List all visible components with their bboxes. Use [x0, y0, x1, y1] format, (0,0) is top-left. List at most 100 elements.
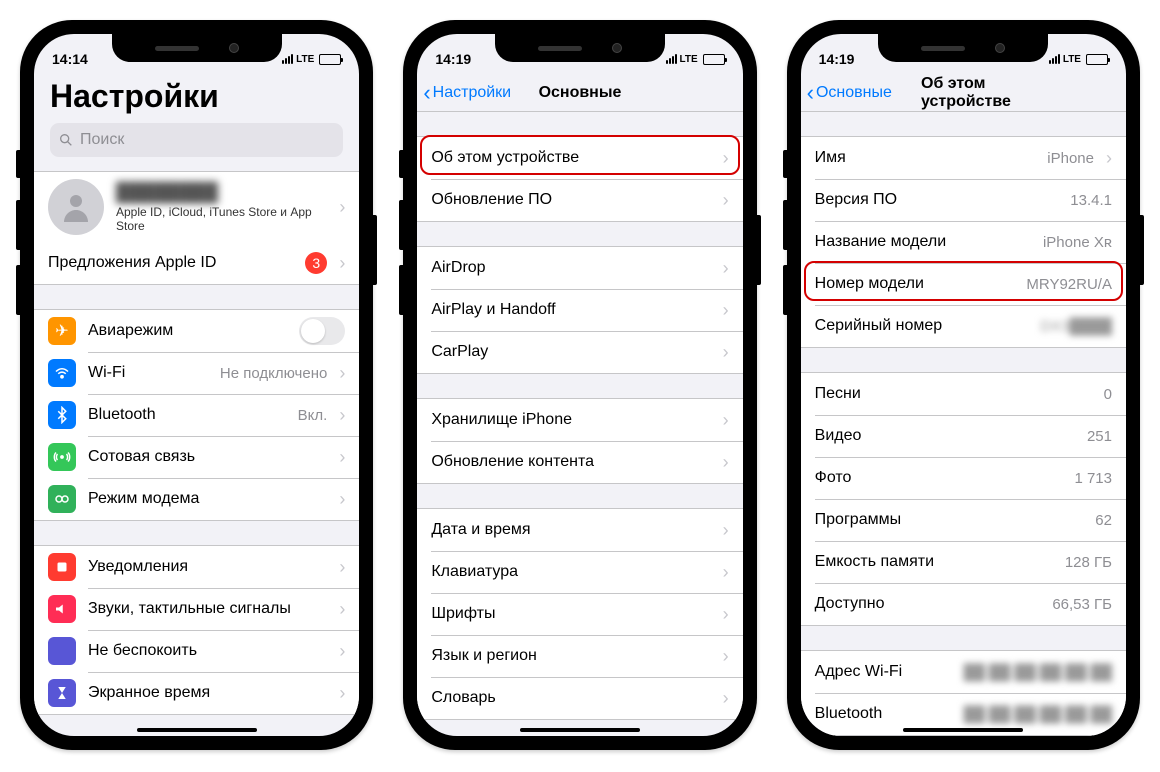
carplay-row[interactable]: CarPlay› — [417, 331, 742, 373]
screentime-row[interactable]: Экранное время › — [34, 672, 359, 714]
chevron-left-icon: ‹ — [423, 80, 430, 106]
chevron-right-icon: › — [339, 253, 345, 274]
bluetooth-icon — [48, 401, 76, 429]
status-time: 14:14 — [52, 51, 88, 67]
chevron-right-icon: › — [723, 342, 729, 363]
hotspot-icon — [48, 485, 76, 513]
bluetooth-row[interactable]: Bluetooth Вкл. › — [34, 394, 359, 436]
phone-frame-2: 14:19 LTE ‹ Настройки Основные Об этом у… — [403, 20, 756, 750]
chevron-right-icon: › — [723, 562, 729, 583]
cellular-icon — [48, 443, 76, 471]
keyboard-row[interactable]: Клавиатура› — [417, 551, 742, 593]
airplane-row[interactable]: ✈ Авиарежим — [34, 310, 359, 352]
notifications-icon — [48, 553, 76, 581]
notch — [112, 34, 282, 62]
moon-icon — [48, 637, 76, 665]
battery-icon — [703, 54, 725, 65]
chevron-right-icon: › — [339, 683, 345, 704]
chevron-right-icon: › — [339, 447, 345, 468]
modem-firmware-row: Прошивка модема█.██.██ — [801, 735, 1126, 736]
chevron-left-icon: ‹ — [807, 80, 814, 106]
chevron-right-icon: › — [339, 489, 345, 510]
fonts-row[interactable]: Шрифты› — [417, 593, 742, 635]
search-icon — [58, 132, 74, 148]
chevron-right-icon: › — [723, 410, 729, 431]
badge: 3 — [305, 252, 327, 274]
home-indicator[interactable] — [903, 728, 1023, 732]
serial-row: Серийный номерDX3████ — [801, 305, 1126, 347]
status-time: 14:19 — [435, 51, 471, 67]
dictionary-row[interactable]: Словарь› — [417, 677, 742, 719]
chevron-right-icon: › — [723, 520, 729, 541]
screen-general: 14:19 LTE ‹ Настройки Основные Об этом у… — [417, 34, 742, 736]
signal-icon — [282, 54, 293, 64]
cellular-row[interactable]: Сотовая связь › — [34, 436, 359, 478]
apple-id-suggestions-row[interactable]: Предложения Apple ID 3 › — [34, 242, 359, 284]
avatar — [48, 179, 104, 235]
row-label: Предложения Apple ID — [48, 254, 293, 272]
chevron-right-icon: › — [723, 190, 729, 211]
available-row: Доступно66,53 ГБ — [801, 583, 1126, 625]
back-button[interactable]: ‹ Настройки — [423, 80, 511, 106]
home-indicator[interactable] — [520, 728, 640, 732]
airplane-toggle[interactable] — [299, 317, 345, 345]
hotspot-row[interactable]: Режим модема › — [34, 478, 359, 520]
chevron-right-icon: › — [339, 363, 345, 384]
network-label: LTE — [680, 54, 698, 65]
home-indicator[interactable] — [137, 728, 257, 732]
chevron-right-icon: › — [723, 452, 729, 473]
signal-icon — [666, 54, 677, 64]
capacity-row: Емкость памяти128 ГБ — [801, 541, 1126, 583]
network-label: LTE — [296, 54, 314, 65]
background-refresh-row[interactable]: Обновление контента› — [417, 441, 742, 483]
model-name-row: Название моделиiPhone Xʀ — [801, 221, 1126, 263]
back-label: Настройки — [433, 84, 511, 102]
videos-row: Видео251 — [801, 415, 1126, 457]
screen-settings: 14:14 LTE Настройки Поиск ████████ — [34, 34, 359, 736]
nav-bar: ‹ Основные Об этом устройстве — [801, 74, 1126, 112]
dnd-row[interactable]: Не беспокоить › — [34, 630, 359, 672]
profile-row[interactable]: ████████ Apple ID, iCloud, iTunes Store … — [34, 172, 359, 242]
chevron-right-icon: › — [723, 688, 729, 709]
about-row[interactable]: Об этом устройстве › — [417, 137, 742, 179]
chevron-right-icon: › — [1106, 148, 1112, 169]
page-title: Настройки — [34, 74, 359, 123]
airplay-row[interactable]: AirPlay и Handoff› — [417, 289, 742, 331]
datetime-row[interactable]: Дата и время› — [417, 509, 742, 551]
language-row[interactable]: Язык и регион› — [417, 635, 742, 677]
software-update-row[interactable]: Обновление ПО › — [417, 179, 742, 221]
chevron-right-icon: › — [339, 641, 345, 662]
battery-icon — [1086, 54, 1108, 65]
back-label: Основные — [816, 84, 892, 102]
signal-icon — [1049, 54, 1060, 64]
name-row[interactable]: ИмяiPhone› — [801, 137, 1126, 179]
network-label: LTE — [1063, 54, 1081, 65]
search-placeholder: Поиск — [80, 131, 124, 149]
sounds-row[interactable]: Звуки, тактильные сигналы › — [34, 588, 359, 630]
profile-name: ████████ — [116, 182, 327, 203]
notch — [495, 34, 665, 62]
model-number-row[interactable]: Номер моделиMRY92RU/A — [801, 263, 1126, 305]
sounds-icon — [48, 595, 76, 623]
chevron-right-icon: › — [723, 258, 729, 279]
search-input[interactable]: Поиск — [50, 123, 343, 157]
airplane-icon: ✈ — [48, 317, 76, 345]
status-right: LTE — [666, 54, 725, 65]
storage-row[interactable]: Хранилище iPhone› — [417, 399, 742, 441]
phone-frame-3: 14:19 LTE ‹ Основные Об этом устройстве … — [787, 20, 1140, 750]
nav-title: Об этом устройстве — [921, 75, 1058, 111]
back-button[interactable]: ‹ Основные — [807, 80, 892, 106]
status-right: LTE — [282, 54, 341, 65]
phone-frame-1: 14:14 LTE Настройки Поиск ████████ — [20, 20, 373, 750]
chevron-right-icon: › — [723, 300, 729, 321]
notifications-row[interactable]: Уведомления › — [34, 546, 359, 588]
wifi-row[interactable]: Wi-Fi Не подключено › — [34, 352, 359, 394]
wifi-address-row: Адрес Wi-Fi██:██:██:██:██:██ — [801, 651, 1126, 693]
chevron-right-icon: › — [339, 557, 345, 578]
chevron-right-icon: › — [339, 197, 345, 218]
person-icon — [58, 189, 94, 225]
chevron-right-icon: › — [723, 646, 729, 667]
airdrop-row[interactable]: AirDrop› — [417, 247, 742, 289]
profile-subtitle: Apple ID, iCloud, iTunes Store и App Sto… — [116, 205, 327, 233]
notch — [878, 34, 1048, 62]
